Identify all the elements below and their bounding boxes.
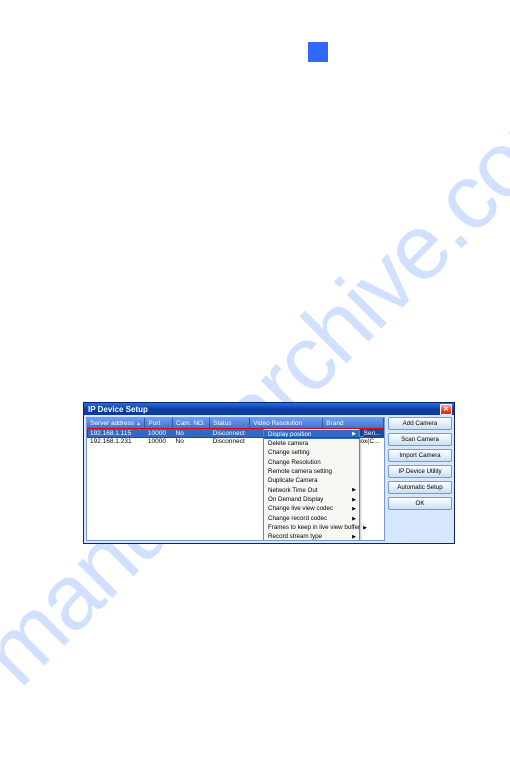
cell-server: 192.168.1.115	[87, 429, 145, 437]
menu-item-label: Remote camera setting	[268, 468, 356, 476]
submenu-arrow-icon: ▶	[352, 534, 356, 541]
menu-item-label: Record stream type	[268, 533, 349, 541]
menu-item-label: Frames to keep in live view buffer	[268, 524, 360, 532]
submenu-arrow-icon: ▶	[352, 516, 356, 523]
submenu-arrow-icon: ▶	[363, 525, 367, 532]
submenu-arrow-icon: ▶	[352, 497, 356, 504]
scan-camera-button[interactable]: Scan Camera	[388, 433, 452, 446]
import-camera-button[interactable]: Import Camera	[388, 449, 452, 462]
submenu-arrow-icon: ▶	[352, 431, 356, 438]
menu-item-network-timeout[interactable]: Network Time Out ▶	[264, 486, 359, 495]
context-menu: Display position ▶ Delete camera Change …	[263, 428, 360, 541]
col-header-server[interactable]: Server address▲	[87, 418, 145, 429]
menu-item-delete-camera[interactable]: Delete camera	[264, 439, 359, 448]
menu-item-label: Change live view codec	[268, 505, 349, 513]
close-icon: ✕	[443, 406, 449, 413]
cell-status: Disconnect	[210, 429, 250, 437]
menu-item-on-demand-display[interactable]: On Demand Display ▶	[264, 496, 359, 505]
window-title: IP Device Setup	[88, 405, 440, 414]
window-body: Server address▲ Port Cam. NO. Status Vid…	[84, 415, 454, 543]
menu-item-change-setting[interactable]: Change setting	[264, 449, 359, 458]
col-header-port[interactable]: Port	[145, 418, 173, 429]
cell-cam: No	[173, 429, 210, 437]
watermark-text: manualsarchive.com	[0, 60, 510, 705]
titlebar[interactable]: IP Device Setup ✕	[84, 403, 454, 415]
menu-item-label: Change setting	[268, 449, 356, 457]
menu-item-label: Display position	[268, 431, 349, 439]
submenu-arrow-icon: ▶	[352, 506, 356, 513]
menu-item-label: Change record codec	[268, 515, 349, 523]
menu-item-change-resolution[interactable]: Change Resolution	[264, 458, 359, 467]
menu-item-label: Delete camera	[268, 440, 356, 448]
cell-cam: No	[173, 437, 210, 445]
automatic-setup-button[interactable]: Automatic Setup	[388, 481, 452, 494]
device-table-area: Server address▲ Port Cam. NO. Status Vid…	[86, 417, 385, 541]
close-button[interactable]: ✕	[440, 404, 452, 415]
menu-item-frames-buffer[interactable]: Frames to keep in live view buffer ▶	[264, 524, 359, 533]
menu-item-label: Network Time Out	[268, 487, 349, 495]
add-camera-button[interactable]: Add Camera	[388, 417, 452, 430]
submenu-arrow-icon: ▶	[352, 487, 356, 494]
blue-square-marker	[308, 42, 328, 62]
col-header-status[interactable]: Status	[210, 418, 250, 429]
col-header-cam[interactable]: Cam. NO.	[173, 418, 210, 429]
ok-button[interactable]: OK	[388, 497, 452, 510]
cell-port: 10000	[145, 437, 173, 445]
cell-port: 10000	[145, 429, 173, 437]
menu-item-record-stream-type[interactable]: Record stream type ▶	[264, 533, 359, 541]
menu-item-change-record-codec[interactable]: Change record codec ▶	[264, 514, 359, 523]
menu-item-remote-camera-setting[interactable]: Remote camera setting	[264, 467, 359, 476]
button-column: Add Camera Scan Camera Import Camera IP …	[385, 417, 452, 541]
menu-item-display-position[interactable]: Display position ▶	[264, 430, 359, 439]
ip-device-utility-button[interactable]: IP Device Utility	[388, 465, 452, 478]
ip-device-setup-window: IP Device Setup ✕ Server address▲ Port C…	[83, 402, 455, 544]
menu-item-duplicate-camera[interactable]: Duplicate Camera	[264, 477, 359, 486]
menu-item-label: On Demand Display	[268, 496, 349, 504]
menu-item-label: Change Resolution	[268, 459, 356, 467]
menu-item-label: Duplicate Camera	[268, 477, 356, 485]
menu-item-change-live-view-codec[interactable]: Change live view codec ▶	[264, 505, 359, 514]
cell-status: Disconnect	[210, 437, 250, 445]
cell-server: 192.168.1.231	[87, 437, 145, 445]
sort-icon: ▲	[136, 421, 141, 427]
